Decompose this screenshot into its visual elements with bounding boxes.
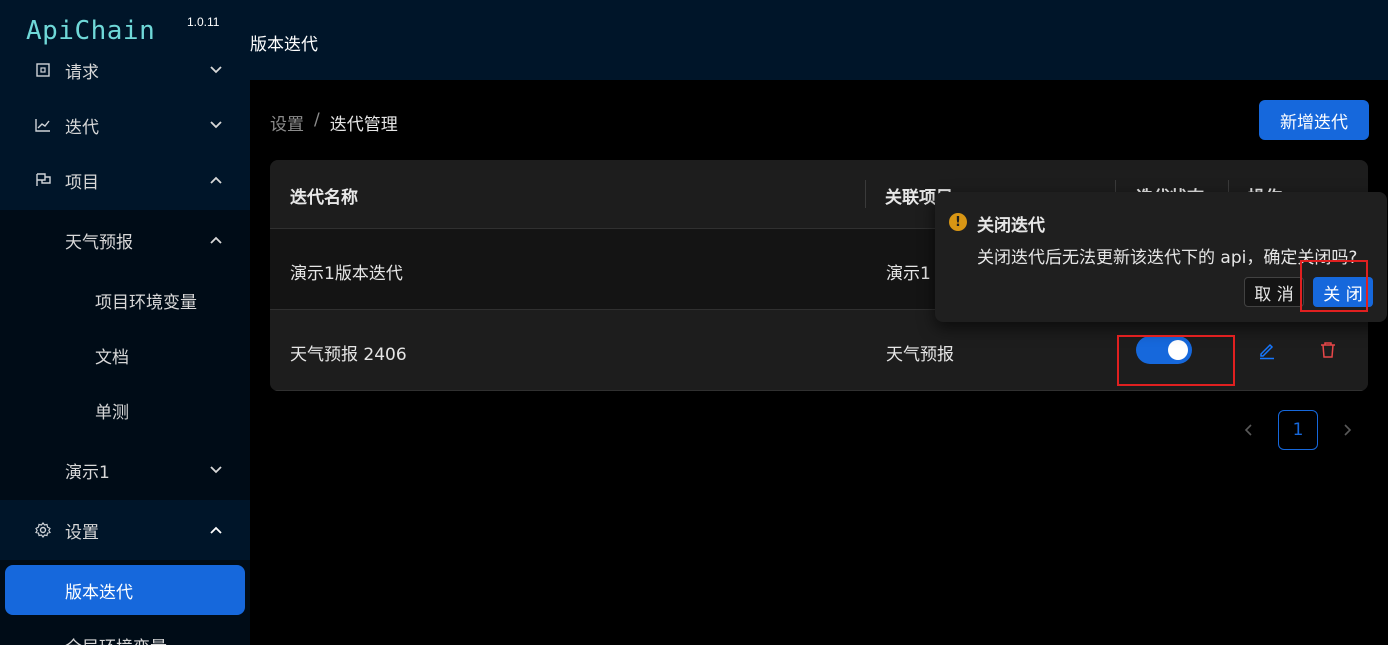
popconfirm-description: 关闭迭代后无法更新该迭代下的 api，确定关闭吗? xyxy=(977,248,1358,268)
iteration-status-switch[interactable] xyxy=(1136,336,1192,364)
sidebar-item-label: 全局环境变量 xyxy=(65,633,167,645)
pagination-next-icon[interactable] xyxy=(1338,420,1358,440)
close-iteration-popconfirm: ! 关闭迭代 关闭迭代后无法更新该迭代下的 api，确定关闭吗? 取 消 关 闭 xyxy=(935,192,1387,322)
sidebar-item-label: 项目环境变量 xyxy=(95,292,197,313)
chevron-down-icon xyxy=(209,118,223,132)
cell-iteration-name: 天气预报 2406 xyxy=(290,345,407,365)
sidebar-subitem-docs[interactable]: 文档 xyxy=(0,330,250,380)
column-header-name: 迭代名称 xyxy=(290,188,358,208)
chart-line-icon xyxy=(35,117,51,133)
sidebar-subitem-version-iteration[interactable]: 版本迭代 xyxy=(5,565,245,615)
cell-project: 天气预报 xyxy=(886,345,954,365)
cell-project: 演示1 xyxy=(886,264,931,284)
sidebar-item-label: 设置 xyxy=(65,522,99,543)
request-icon xyxy=(35,62,51,78)
sidebar-item-settings[interactable]: 设置 xyxy=(0,505,250,555)
sidebar-subitem-unit-test[interactable]: 单测 xyxy=(0,385,250,435)
sidebar-item-iteration[interactable]: 迭代 xyxy=(0,100,250,150)
cell-iteration-name: 演示1版本迭代 xyxy=(290,264,403,284)
gear-icon xyxy=(35,522,51,538)
cancel-button[interactable]: 取 消 xyxy=(1244,277,1304,307)
chevron-down-icon xyxy=(209,63,223,77)
pagination-prev-icon[interactable] xyxy=(1238,420,1258,440)
column-divider xyxy=(865,180,866,208)
app-version: 1.0.11 xyxy=(187,15,220,29)
add-iteration-button[interactable]: 新增迭代 xyxy=(1259,100,1369,140)
sidebar: ApiChain 1.0.11 请求 迭代 项目 天气预报 项目环境变量 文档 … xyxy=(0,0,250,645)
sidebar-item-label: 版本迭代 xyxy=(65,582,133,603)
sidebar-item-request[interactable]: 请求 xyxy=(0,45,250,95)
chevron-up-icon xyxy=(209,523,223,537)
top-header: 版本迭代 xyxy=(250,0,1388,80)
breadcrumb-separator: / xyxy=(314,110,320,130)
project-flag-icon xyxy=(35,172,51,188)
chevron-down-icon xyxy=(209,463,223,477)
sidebar-item-label: 天气预报 xyxy=(65,232,133,253)
page-title: 版本迭代 xyxy=(250,35,318,55)
sidebar-subitem-project-env[interactable]: 项目环境变量 xyxy=(0,275,250,325)
confirm-close-button[interactable]: 关 闭 xyxy=(1313,277,1373,307)
sidebar-item-label: 演示1 xyxy=(65,462,110,483)
breadcrumb-current: 迭代管理 xyxy=(329,115,398,135)
sidebar-subitem-global-env[interactable]: 全局环境变量 xyxy=(0,620,250,645)
sidebar-item-label: 迭代 xyxy=(65,117,99,138)
chevron-up-icon xyxy=(209,233,223,247)
delete-icon[interactable] xyxy=(1318,340,1338,360)
popconfirm-title: 关闭迭代 xyxy=(977,216,1045,236)
warning-icon: ! xyxy=(949,213,967,231)
sidebar-item-label: 请求 xyxy=(65,62,99,83)
sidebar-subitem-demo1[interactable]: 演示1 xyxy=(0,445,250,495)
sidebar-item-label: 项目 xyxy=(65,172,99,193)
sidebar-subitem-weather[interactable]: 天气预报 xyxy=(0,215,250,265)
edit-icon[interactable] xyxy=(1257,340,1277,360)
switch-knob xyxy=(1168,340,1188,360)
sidebar-item-label: 文档 xyxy=(95,347,129,368)
app-logo: ApiChain xyxy=(26,16,156,46)
breadcrumb-parent[interactable]: 设置 xyxy=(270,110,304,135)
sidebar-item-label: 单测 xyxy=(95,402,129,423)
sidebar-item-project[interactable]: 项目 xyxy=(0,155,250,205)
project-submenu: 天气预报 项目环境变量 文档 单测 演示1 xyxy=(0,210,250,500)
chevron-up-icon xyxy=(209,173,223,187)
breadcrumb: 设置 / 迭代管理 xyxy=(270,110,398,135)
pagination-page-1[interactable]: 1 xyxy=(1278,410,1318,450)
table-row: 天气预报 2406 天气预报 xyxy=(270,310,1368,391)
